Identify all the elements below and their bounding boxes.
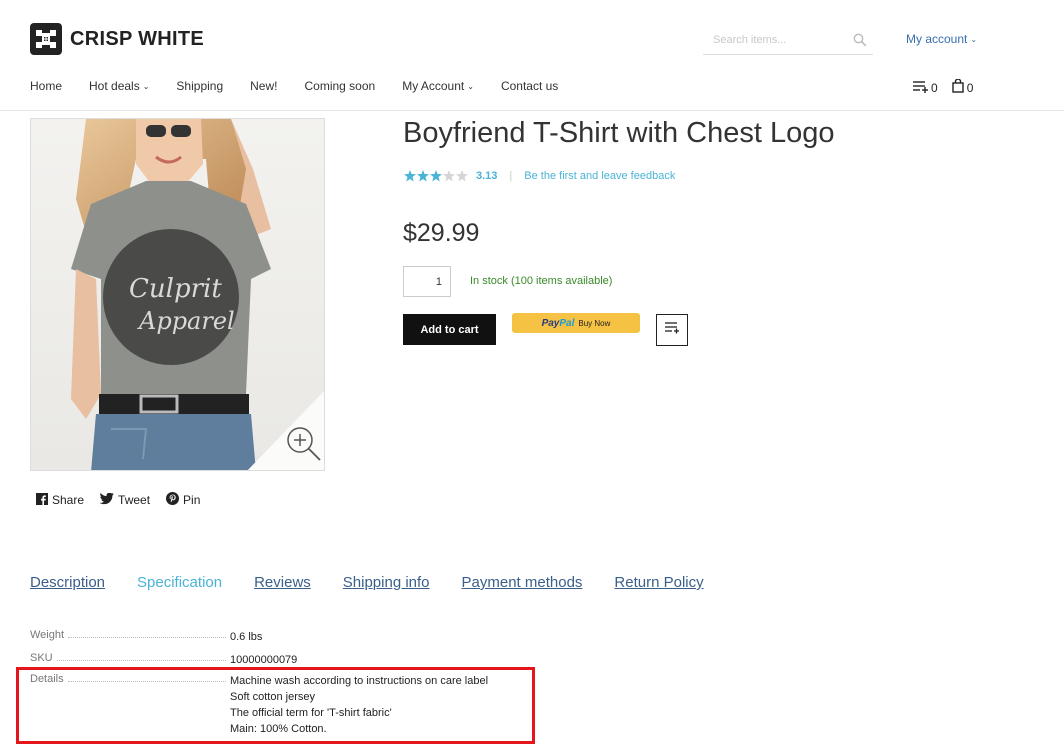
header-icons: 0 0 [913,78,974,96]
header-divider [0,110,1064,111]
nav-contact-us[interactable]: Contact us [501,79,558,93]
spec-label: Weight [30,629,65,641]
product-price: $29.99 [403,219,480,247]
rating-row: 3.13 | Be the first and leave feedback [404,170,675,182]
add-to-compare-button[interactable] [656,314,688,346]
main-navigation: Home Hot deals ⌄ Shipping New! Coming soo… [30,79,585,93]
tab-reviews[interactable]: Reviews [254,574,311,591]
chevron-down-icon: ⌄ [142,81,150,91]
spec-value: 0.6 lbs [230,631,263,643]
share-row: Share Tweet Pin [36,492,200,508]
product-image[interactable]: Culprit Apparel [30,118,325,471]
share-facebook-label: Share [52,493,85,507]
nav-label: New! [250,79,278,93]
shirt-print-line-2: Apparel [137,307,235,335]
search-icon[interactable] [853,33,867,52]
shopping-bag-icon [951,78,964,96]
spec-row-weight: Weight 0.6 lbs [30,629,530,645]
rating-value: 3.13 [476,170,498,182]
nav-label: My Account [402,79,465,93]
nav-my-account[interactable]: My Account ⌄ [402,79,474,93]
tab-specification[interactable]: Specification [137,574,222,591]
stock-status: In stock (100 items available) [470,275,613,287]
tab-shipping-info[interactable]: Shipping info [343,574,430,591]
product-title: Boyfriend T-Shirt with Chest Logo [403,117,835,149]
shirt-print-line-1: Culprit [129,274,222,304]
star-icon [404,170,416,182]
add-to-cart-button[interactable]: Add to cart [403,314,496,345]
nav-label: Coming soon [304,79,376,93]
tab-description[interactable]: Description [30,574,105,591]
star-icon [443,170,455,182]
search-input[interactable] [703,27,843,53]
nav-home[interactable]: Home [30,79,62,93]
nav-label: Contact us [500,79,559,93]
logo-icon [30,23,62,55]
star-icon [430,170,442,182]
my-account-label: My account [906,32,968,46]
compare-list-button[interactable]: 0 [913,79,938,96]
facebook-icon [36,492,48,508]
spec-label-container: Weight [30,629,230,645]
spec-row-sku: SKU 10000000079 [30,652,530,668]
nav-label: Home [30,79,63,93]
compare-list-icon [664,321,680,340]
nav-hot-deals[interactable]: Hot deals ⌄ [89,79,149,93]
paypal-logo-pay: Pay [541,317,560,329]
share-facebook-button[interactable]: Share [36,492,84,508]
paypal-buy-now-label: Buy Now [578,318,611,328]
site-logo[interactable]: CRISP WHITE [30,23,204,55]
twitter-icon [99,492,114,508]
paypal-buy-now-button[interactable]: PayPal Buy Now [512,313,640,333]
paypal-logo: PayPal [542,318,575,329]
search-box [703,27,873,55]
share-twitter-button[interactable]: Tweet [99,492,151,508]
my-account-dropdown[interactable]: My account ⌄ [906,32,977,46]
tab-payment-methods[interactable]: Payment methods [462,574,583,591]
product-photo: Culprit Apparel [31,119,324,470]
rating-stars[interactable] [404,170,468,182]
pinterest-icon [166,492,180,508]
cart-count: 0 [966,80,974,95]
compare-list-icon [913,80,928,96]
nav-shipping[interactable]: Shipping [176,79,223,93]
highlight-box [16,667,535,744]
compare-count: 0 [931,80,938,95]
tab-return-policy[interactable]: Return Policy [614,574,703,591]
chevron-down-icon: ⌄ [970,34,978,44]
nav-coming-soon[interactable]: Coming soon [304,79,375,93]
share-pinterest-label: Pin [183,493,201,507]
quantity-input[interactable] [403,266,451,297]
rating-separator: | [509,170,513,182]
dotted-leader [56,660,226,661]
brand-name: CRISP WHITE [70,27,205,50]
share-twitter-label: Tweet [118,493,151,507]
spec-value: 10000000079 [230,654,298,666]
product-tabs: Description Specification Reviews Shippi… [30,574,736,591]
share-pinterest-button[interactable]: Pin [166,492,200,508]
chevron-down-icon: ⌄ [467,81,474,91]
dotted-leader [68,637,226,638]
zoom-icon[interactable] [284,425,324,470]
spec-label-container: SKU [30,652,230,668]
spec-label: SKU [30,652,53,664]
nav-label: Hot deals [89,79,140,93]
paypal-logo-pal: Pal [559,317,575,329]
star-icon [417,170,429,182]
cart-button[interactable]: 0 [951,78,974,96]
nav-label: Shipping [176,79,224,93]
nav-new[interactable]: New! [250,79,277,93]
leave-feedback-link[interactable]: Be the first and leave feedback [524,170,675,182]
star-icon [456,170,468,182]
